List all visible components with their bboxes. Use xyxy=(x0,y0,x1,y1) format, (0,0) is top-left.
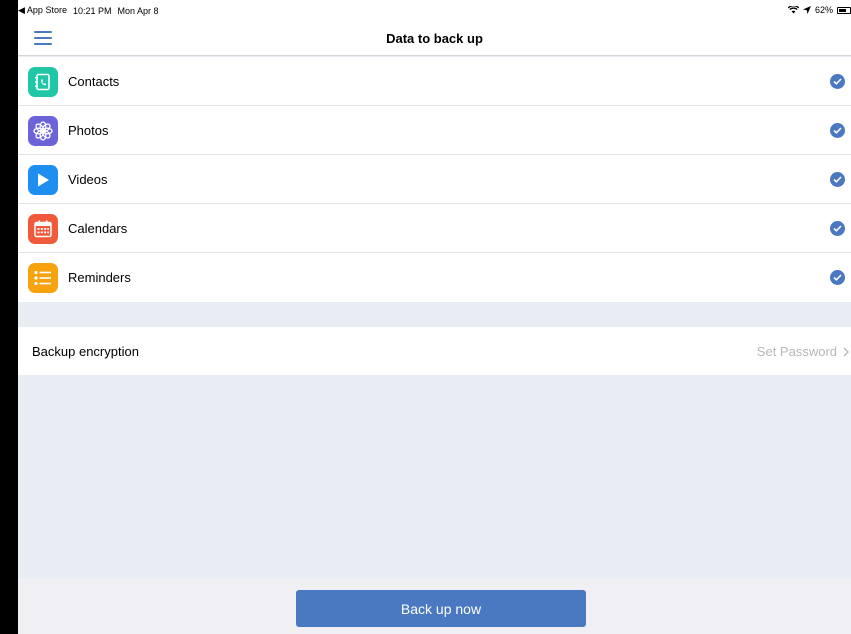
wifi-icon xyxy=(787,6,799,14)
set-password-label: Set Password xyxy=(756,344,837,359)
list-item-calendars[interactable]: Calendars xyxy=(18,204,851,253)
back-to-app-link[interactable]: ◀ App Store xyxy=(18,5,67,16)
navigation-bar: Data to back up xyxy=(18,20,851,56)
battery-percent: 62% xyxy=(814,5,833,15)
status-right: 62% xyxy=(787,5,851,15)
data-type-list: Contacts Photos Videos Calendars Reminde… xyxy=(18,57,851,302)
app-screen: ◀ App Store 10:21 PM Mon Apr 8 62% Data … xyxy=(18,0,851,634)
status-left: ◀ App Store 10:21 PM Mon Apr 8 xyxy=(18,5,159,16)
location-icon xyxy=(802,6,811,14)
battery-icon xyxy=(837,6,851,14)
status-bar: ◀ App Store 10:21 PM Mon Apr 8 62% xyxy=(18,0,851,20)
backup-encryption-row[interactable]: Backup encryption Set Password xyxy=(18,327,851,375)
page-title: Data to back up xyxy=(386,31,483,46)
status-time: 10:21 PM xyxy=(72,5,112,16)
calendar-icon xyxy=(28,214,58,244)
list-item-contacts[interactable]: Contacts xyxy=(18,57,851,106)
checkmark-icon[interactable] xyxy=(830,172,845,187)
list-item-photos[interactable]: Photos xyxy=(18,106,851,155)
contacts-icon xyxy=(28,67,58,97)
checkmark-icon[interactable] xyxy=(830,123,845,138)
footer-bar: Back up now xyxy=(18,578,851,634)
backup-encryption-label: Backup encryption xyxy=(32,344,139,359)
list-item-label: Contacts xyxy=(68,74,120,89)
list-item-videos[interactable]: Videos xyxy=(18,155,851,204)
status-date: Mon Apr 8 xyxy=(117,5,159,16)
list-icon xyxy=(28,263,58,293)
list-item-label: Calendars xyxy=(68,221,128,236)
checkmark-icon[interactable] xyxy=(830,221,845,236)
checkmark-icon[interactable] xyxy=(830,270,845,285)
back-up-now-button[interactable]: Back up now xyxy=(296,590,586,627)
set-password-link[interactable]: Set Password xyxy=(757,344,849,359)
photos-icon xyxy=(28,116,58,146)
list-item-reminders[interactable]: Reminders xyxy=(18,253,851,302)
checkmark-icon[interactable] xyxy=(830,74,845,89)
list-item-label: Photos xyxy=(68,123,109,138)
play-icon xyxy=(28,165,58,195)
list-item-label: Videos xyxy=(68,172,108,187)
chevron-right-icon xyxy=(843,347,849,356)
list-item-label: Reminders xyxy=(68,270,131,285)
